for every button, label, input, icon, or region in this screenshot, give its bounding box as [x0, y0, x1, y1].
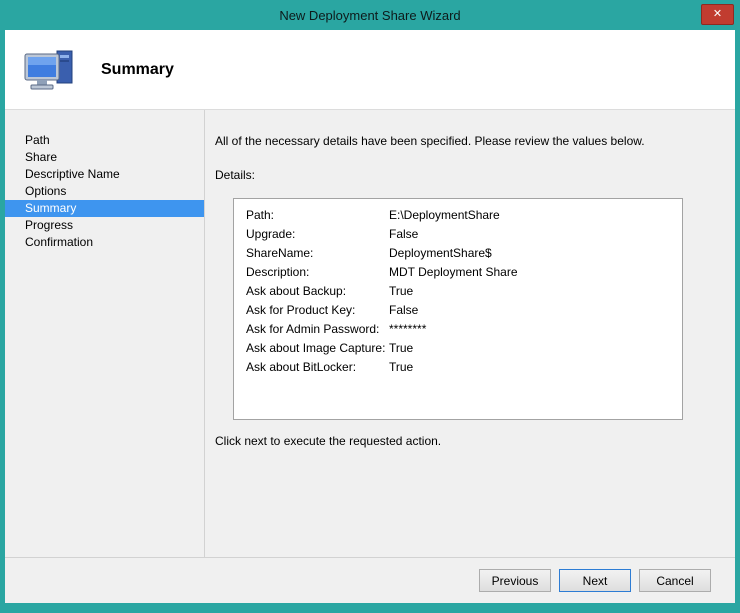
- detail-value: True: [389, 358, 413, 377]
- detail-value: MDT Deployment Share: [389, 263, 518, 282]
- button-bar: Previous Next Cancel: [5, 557, 735, 603]
- detail-key: Ask for Admin Password:: [246, 320, 389, 339]
- sidebar-item-share[interactable]: Share: [5, 149, 204, 166]
- summary-page: All of the necessary details have been s…: [205, 110, 735, 557]
- close-button[interactable]: ✕: [701, 4, 734, 25]
- window-title: New Deployment Share Wizard: [279, 8, 460, 23]
- previous-button[interactable]: Previous: [479, 569, 551, 592]
- detail-row-ask-bitlocker: Ask about BitLocker: True: [246, 358, 670, 377]
- detail-row-path: Path: E:\DeploymentShare: [246, 206, 670, 225]
- detail-key: Description:: [246, 263, 389, 282]
- detail-value: True: [389, 282, 413, 301]
- detail-key: Ask about Image Capture:: [246, 339, 389, 358]
- sidebar-item-descriptive-name[interactable]: Descriptive Name: [5, 166, 204, 183]
- detail-row-sharename: ShareName: DeploymentShare$: [246, 244, 670, 263]
- detail-value: DeploymentShare$: [389, 244, 492, 263]
- detail-value: True: [389, 339, 413, 358]
- detail-row-ask-product-key: Ask for Product Key: False: [246, 301, 670, 320]
- detail-key: Ask about Backup:: [246, 282, 389, 301]
- sidebar-item-summary[interactable]: Summary: [5, 200, 204, 217]
- sidebar-item-progress[interactable]: Progress: [5, 217, 204, 234]
- next-button[interactable]: Next: [559, 569, 631, 592]
- detail-value: ********: [389, 320, 426, 339]
- detail-key: Path:: [246, 206, 389, 225]
- window-body: Summary Path Share Descriptive Name Opti…: [5, 30, 735, 603]
- titlebar[interactable]: New Deployment Share Wizard ✕: [0, 0, 740, 30]
- footer-note: Click next to execute the requested acti…: [215, 434, 735, 448]
- page-title: Summary: [101, 61, 174, 79]
- detail-row-ask-image-capture: Ask about Image Capture: True: [246, 339, 670, 358]
- cancel-button[interactable]: Cancel: [639, 569, 711, 592]
- details-label: Details:: [215, 168, 735, 182]
- sidebar-item-confirmation[interactable]: Confirmation: [5, 234, 204, 251]
- detail-key: ShareName:: [246, 244, 389, 263]
- detail-row-ask-backup: Ask about Backup: True: [246, 282, 670, 301]
- detail-key: Ask for Product Key:: [246, 301, 389, 320]
- detail-value: E:\DeploymentShare: [389, 206, 500, 225]
- detail-row-description: Description: MDT Deployment Share: [246, 263, 670, 282]
- detail-key: Upgrade:: [246, 225, 389, 244]
- detail-value: False: [389, 225, 418, 244]
- detail-value: False: [389, 301, 418, 320]
- sidebar-item-path[interactable]: Path: [5, 132, 204, 149]
- wizard-content-area: Path Share Descriptive Name Options Summ…: [5, 110, 735, 557]
- detail-row-ask-admin-password: Ask for Admin Password: ********: [246, 320, 670, 339]
- wizard-header: Summary: [5, 30, 735, 110]
- details-box: Path: E:\DeploymentShare Upgrade: False …: [233, 198, 683, 420]
- computer-icon: [23, 46, 77, 94]
- wizard-steps: Path Share Descriptive Name Options Summ…: [5, 110, 205, 557]
- detail-key: Ask about BitLocker:: [246, 358, 389, 377]
- wizard-window: New Deployment Share Wizard ✕ Summary: [0, 0, 740, 613]
- intro-text: All of the necessary details have been s…: [215, 134, 735, 148]
- sidebar-item-options[interactable]: Options: [5, 183, 204, 200]
- detail-row-upgrade: Upgrade: False: [246, 225, 670, 244]
- close-icon: ✕: [713, 9, 722, 20]
